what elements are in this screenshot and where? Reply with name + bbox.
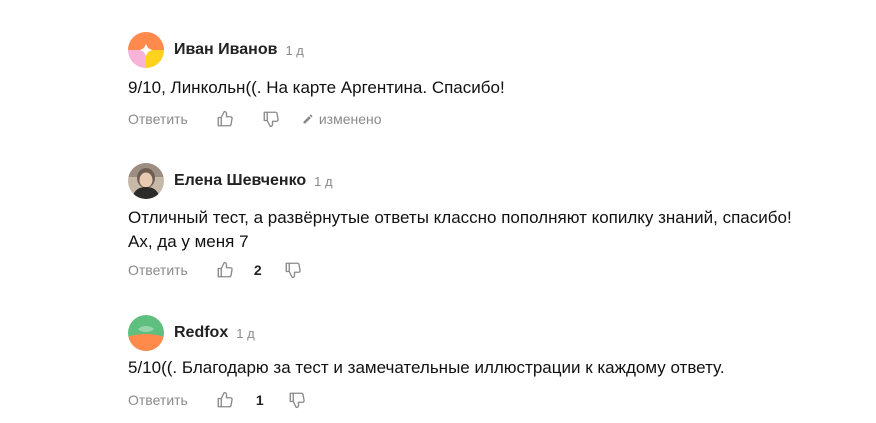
like-icon[interactable] xyxy=(216,261,234,279)
like-icon[interactable] xyxy=(216,391,234,409)
author-name[interactable]: Елена Шевченко xyxy=(174,172,306,190)
reply-button[interactable]: Ответить xyxy=(128,392,188,408)
reply-button[interactable]: Ответить xyxy=(128,262,188,278)
avatar[interactable] xyxy=(128,163,164,199)
author-name[interactable]: Redfox xyxy=(174,324,228,342)
like-count: 1 xyxy=(255,392,264,408)
comment-header: Елена Шевченко 1 д xyxy=(128,163,333,199)
comment-item: Елена Шевченко 1 д Отличный тест, а разв… xyxy=(128,163,856,283)
comment-text: 5/10((. Благодарю за тест и замечательны… xyxy=(128,358,725,377)
dislike-icon[interactable] xyxy=(262,110,280,128)
dislike-icon[interactable] xyxy=(284,261,302,279)
avatar[interactable] xyxy=(128,315,164,351)
comment-text: 9/10, Линкольн((. На карте Аргентина. Сп… xyxy=(128,78,505,97)
comment-time: 1 д xyxy=(236,325,255,341)
comment-time: 1 д xyxy=(314,173,333,189)
avatar[interactable] xyxy=(128,32,164,68)
comment-item: Иван Иванов 1 д 9/10, Линкольн((. На кар… xyxy=(128,32,856,132)
dislike-icon[interactable] xyxy=(288,391,306,409)
comment-actions: Ответить 1 xyxy=(128,390,306,410)
comment-text: Отличный тест, а развёрнутые ответы клас… xyxy=(128,208,792,251)
pencil-icon xyxy=(302,113,314,125)
comment-item: Redfox 1 д 5/10((. Благодарю за тест и з… xyxy=(128,315,856,415)
comment-actions: Ответить 2 xyxy=(128,260,302,280)
comment-actions: Ответить изменено xyxy=(128,109,382,129)
like-count: 2 xyxy=(253,262,262,278)
like-icon[interactable] xyxy=(216,110,234,128)
comment-header: Иван Иванов 1 д xyxy=(128,32,304,68)
reply-button[interactable]: Ответить xyxy=(128,111,188,127)
edited-text: изменено xyxy=(318,111,382,127)
comment-time: 1 д xyxy=(285,42,304,58)
edited-label: изменено xyxy=(302,111,382,127)
author-name[interactable]: Иван Иванов xyxy=(174,41,277,59)
comment-header: Redfox 1 д xyxy=(128,315,255,351)
